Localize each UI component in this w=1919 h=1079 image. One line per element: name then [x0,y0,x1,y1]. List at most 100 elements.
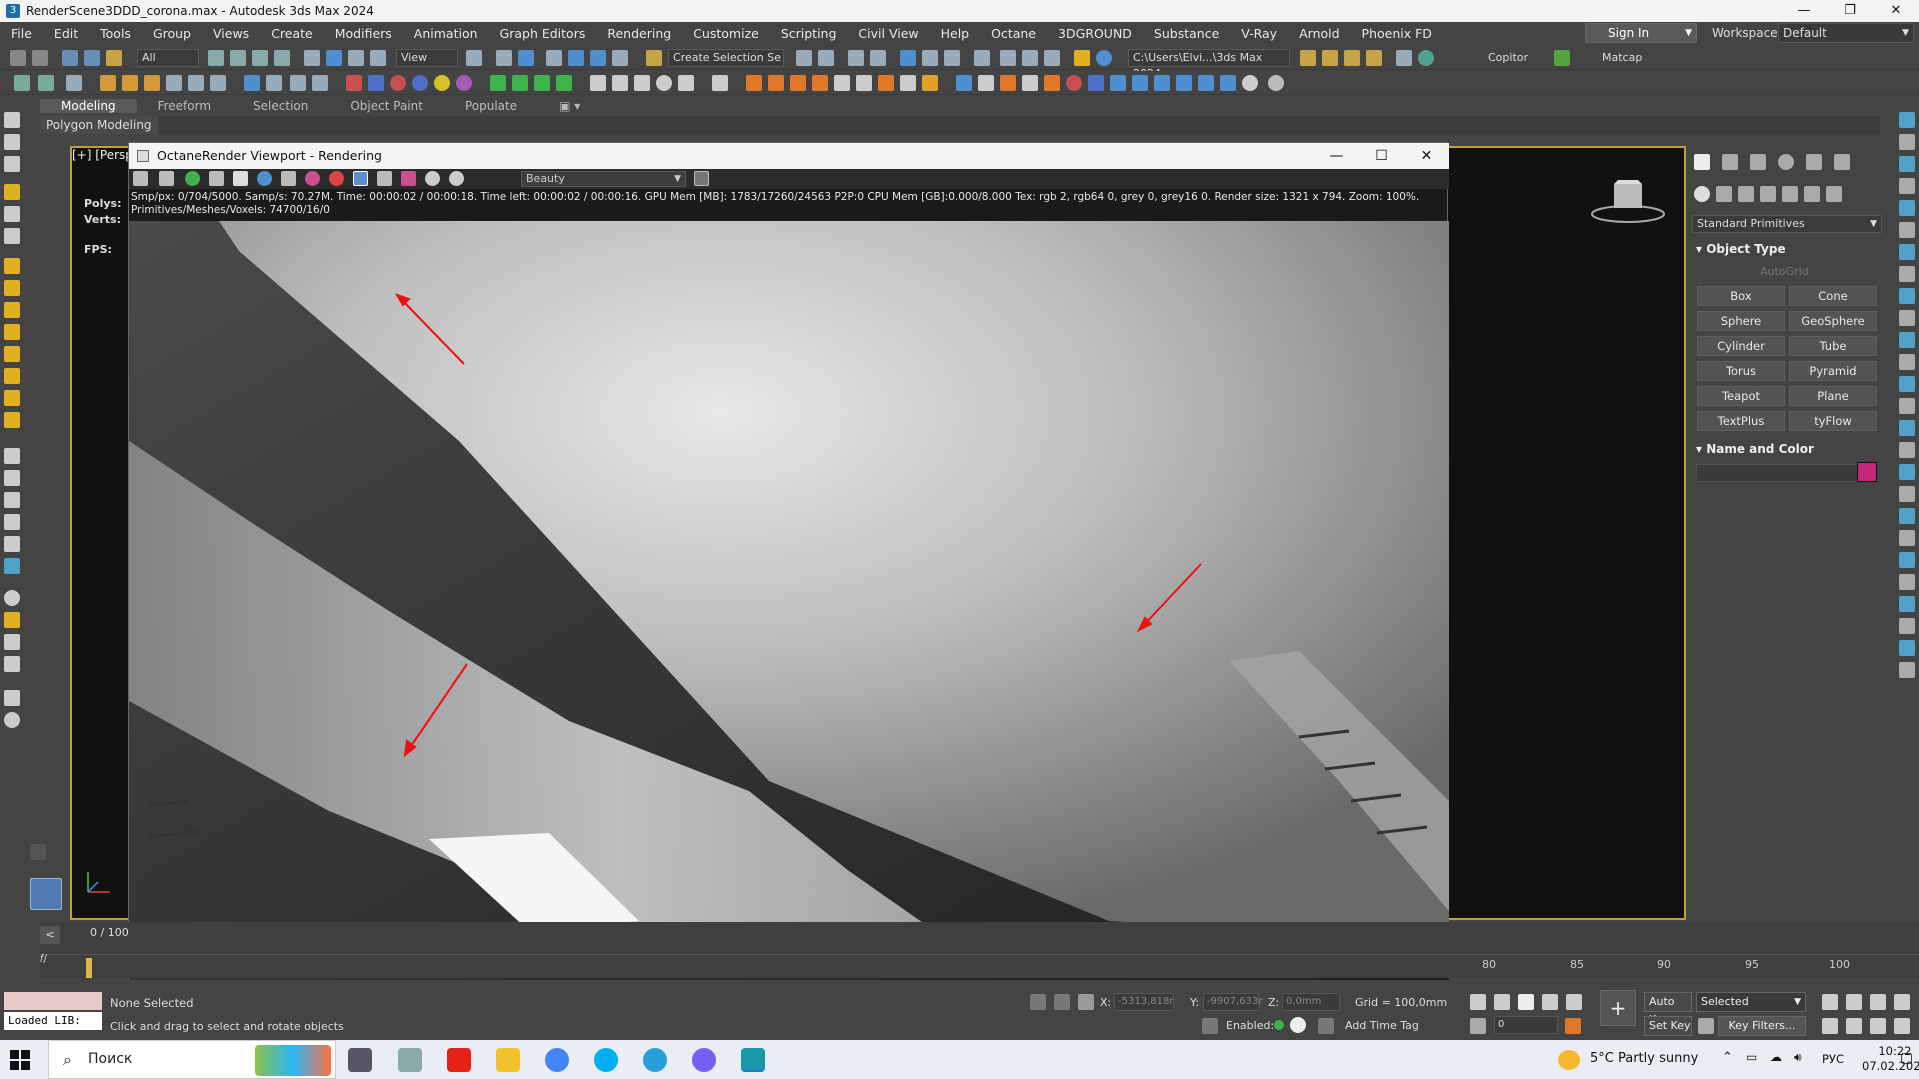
x-coordinate-field[interactable]: -5313,818r [1114,993,1174,1011]
tool-icon[interactable] [4,134,20,150]
side-tool-icon[interactable] [1899,618,1915,634]
refresh-icon[interactable] [257,171,272,186]
move-green-icon[interactable] [490,75,506,91]
windows-start-icon[interactable] [10,1050,30,1070]
tool-icon[interactable] [4,302,20,318]
matcap-button[interactable]: Matcap [1602,51,1642,64]
source-icon[interactable] [878,75,894,91]
drop-icon[interactable] [1198,75,1214,91]
side-tool-icon[interactable] [1899,574,1915,590]
menu-arnold[interactable]: Arnold [1288,26,1350,41]
side-tool-icon[interactable] [1899,376,1915,392]
side-tool-icon[interactable] [1899,530,1915,546]
prev-key-icon[interactable] [1494,994,1510,1010]
helpers-icon[interactable] [1782,186,1798,202]
telegram-icon[interactable] [643,1048,667,1072]
side-tool-icon[interactable] [1899,398,1915,414]
cloud-tray-icon[interactable]: ☁ [1770,1050,1782,1064]
ribbon-toggle-icon[interactable] [900,50,916,66]
rain-icon[interactable] [1176,75,1192,91]
mirror-icon[interactable] [796,50,812,66]
lock-icon[interactable] [209,171,224,186]
selection-region-icon[interactable] [252,50,268,66]
film-region-icon[interactable] [377,171,392,186]
y-coordinate-field[interactable]: -9907,633r [1203,993,1262,1011]
create-tab-icon[interactable] [1694,154,1710,170]
side-tool-icon[interactable] [1899,552,1915,568]
teapot-button[interactable]: Teapot [1697,386,1785,406]
tool-icon[interactable] [4,228,20,244]
geosphere-button[interactable]: GeoSphere [1789,311,1877,331]
camera-icon[interactable] [425,171,440,186]
sphere-button[interactable]: Sphere [1697,311,1785,331]
angle-snap-icon[interactable] [568,50,584,66]
plane-button[interactable]: Plane [1789,386,1877,406]
menu-graph-editors[interactable]: Graph Editors [489,26,597,41]
smoke-icon[interactable] [790,75,806,91]
globe-icon[interactable] [1242,75,1258,91]
autogrid-checkbox[interactable]: AutoGrid [1760,265,1809,278]
tool-icon[interactable] [4,536,20,552]
systems-icon[interactable] [1826,186,1842,202]
foam-icon[interactable] [978,75,994,91]
task-view-icon[interactable] [348,1048,372,1072]
cube-blue-icon[interactable] [1088,75,1104,91]
adaptive-degradation-icon[interactable] [1290,1017,1306,1033]
wall-tool-icon[interactable] [144,75,160,91]
side-tool-icon[interactable] [1899,112,1915,128]
menu-civil-view[interactable]: Civil View [847,26,929,41]
primitive-category-select[interactable]: Standard Primitives ▼ [1692,215,1882,233]
lock-selection-icon[interactable] [1054,994,1070,1010]
trash-icon[interactable] [678,75,694,91]
cut-tool-icon[interactable] [166,75,182,91]
link-icon[interactable] [62,50,78,66]
pyramid-button[interactable]: Pyramid [1789,361,1877,381]
selection-filter-select[interactable]: All [137,49,199,67]
plane-tool-icon[interactable] [122,75,138,91]
viber-icon[interactable] [692,1048,716,1072]
side-tool-icon[interactable] [1899,486,1915,502]
chrome-icon[interactable] [545,1048,569,1072]
menu-file[interactable]: File [0,26,43,41]
tool-icon[interactable] [4,612,20,628]
maximize-viewport-icon[interactable] [1894,1018,1910,1034]
ocean-icon[interactable] [1022,75,1038,91]
side-tool-icon[interactable] [1899,244,1915,260]
viewcube-icon[interactable] [1590,180,1666,226]
file-explorer-icon[interactable] [496,1048,520,1072]
set-key-plus-button[interactable]: + [1600,990,1636,1026]
network-icon[interactable]: ▭ [1746,1050,1757,1064]
side-tool-icon[interactable] [1899,310,1915,326]
volume-icon[interactable]: 🔊︎ [1794,1050,1802,1065]
zoom-extents-icon[interactable] [1870,994,1886,1010]
display-tab-icon[interactable] [1806,154,1822,170]
sphere-red-icon[interactable] [390,75,406,91]
pick-focus-icon[interactable] [281,171,296,186]
sign-in-button[interactable]: Sign In ▼ [1585,23,1697,43]
mail-app-icon[interactable] [398,1048,422,1072]
zoom-extents-all-icon[interactable] [1894,994,1910,1010]
project-folder-select[interactable]: C:\Users\Elvi...\3ds Max 2024 [1128,49,1290,80]
tool-icon[interactable] [4,712,20,728]
tab-freeform[interactable]: Freeform [137,99,232,113]
timeline[interactable]: < 𝑓∕ [40,922,1919,978]
stop-icon[interactable] [634,75,650,91]
menu-group[interactable]: Group [142,26,202,41]
region-render-icon[interactable] [353,171,368,186]
menu-animation[interactable]: Animation [403,26,489,41]
time-config-icon[interactable] [1565,1018,1581,1034]
warning-icon[interactable] [1074,50,1090,66]
notifications-icon[interactable]: ▢ [1900,1050,1913,1066]
tab-object-paint[interactable]: Object Paint [329,99,444,113]
zoom-all-icon[interactable] [1846,994,1862,1010]
menu-tools[interactable]: Tools [89,26,142,41]
side-tool-icon[interactable] [1899,354,1915,370]
arrows-green-icon[interactable] [512,75,528,91]
region-icon[interactable] [66,75,82,91]
tool-icon[interactable] [4,690,20,706]
sphere-purple-icon[interactable] [456,75,472,91]
splash-icon[interactable] [1132,75,1148,91]
layout-tool-icon[interactable] [210,75,226,91]
tool-icon[interactable] [4,514,20,530]
reference-coord-select[interactable]: View [396,49,458,67]
